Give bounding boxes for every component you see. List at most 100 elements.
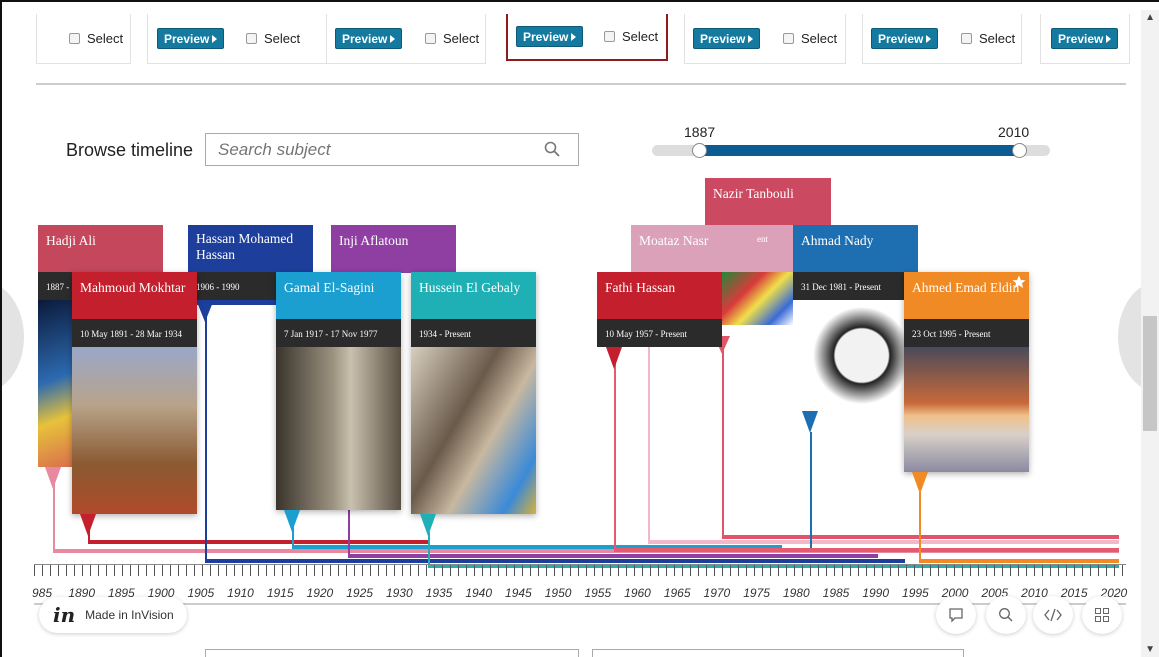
star-icon[interactable]: [1012, 275, 1026, 289]
preview-cell: Preview Select: [862, 14, 1022, 64]
play-icon: [212, 34, 218, 43]
axis-tick-label: 1905: [187, 586, 215, 600]
comment-icon: [949, 608, 963, 623]
timeline-bar: [88, 540, 428, 544]
card-date: 10 May 1957 - Present: [597, 319, 722, 347]
timeline-connector: [919, 492, 921, 562]
timeline-connector: [428, 532, 430, 567]
checkbox[interactable]: [246, 33, 257, 44]
checkbox[interactable]: [961, 33, 972, 44]
card-title: Ahmad Nady: [801, 233, 874, 248]
comment-button[interactable]: [936, 596, 976, 634]
invision-badge[interactable]: in Made in InVision: [39, 597, 187, 633]
preview-button[interactable]: Preview: [516, 26, 584, 47]
vertical-scrollbar[interactable]: ▲ ▼: [1141, 10, 1159, 657]
search-input[interactable]: [206, 134, 526, 165]
card-date: 10 May 1891 - 28 Mar 1934: [72, 319, 197, 347]
checkbox[interactable]: [425, 33, 436, 44]
timeline-connector: [810, 432, 812, 548]
search-tool-button[interactable]: [986, 596, 1026, 634]
checkbox[interactable]: [69, 33, 80, 44]
timeline-bar: [205, 559, 905, 563]
preview-strip: Select Preview Select Preview Select Pre…: [36, 10, 1130, 85]
code-icon: [1044, 608, 1062, 622]
timeline-prev-arrow[interactable]: [2, 282, 24, 392]
select-checkbox[interactable]: Select: [246, 31, 300, 46]
code-button[interactable]: [1033, 596, 1073, 634]
card-date: 1934 - Present: [411, 319, 536, 347]
preview-button[interactable]: Preview: [157, 28, 225, 49]
timeline-connector: [722, 347, 724, 537]
preview-label: Preview: [700, 31, 746, 46]
timeline-bar: [648, 540, 1119, 544]
axis-tick-label: 1980: [782, 586, 810, 600]
axis-tick-label: 1985: [822, 586, 850, 600]
scroll-up-icon[interactable]: ▲: [1145, 12, 1155, 23]
scroll-down-icon[interactable]: ▼: [1145, 644, 1155, 655]
select-label: Select: [264, 31, 301, 46]
timeline-pin: [912, 472, 928, 494]
scroll-thumb[interactable]: [1143, 316, 1157, 431]
select-checkbox[interactable]: Select: [604, 29, 658, 44]
grid-button[interactable]: [1082, 596, 1122, 634]
checkbox[interactable]: [604, 31, 615, 42]
play-icon: [390, 34, 396, 43]
card-title: Nazir Tanbouli: [713, 186, 794, 201]
preview-cell: Preview Select: [326, 14, 486, 64]
timeline-bar: [614, 548, 1119, 552]
card-date: 7 Jan 1917 - 17 Nov 1977: [276, 319, 401, 347]
preview-button[interactable]: Preview: [871, 28, 939, 49]
range-end-handle[interactable]: [1012, 143, 1027, 158]
bottom-field[interactable]: [592, 649, 964, 657]
axis-tick-label: 1925: [346, 586, 373, 600]
preview-label: Preview: [523, 29, 569, 44]
card-inji-aflatoun[interactable]: Inji Aflatoun: [331, 225, 456, 273]
timeline-pin: [80, 514, 96, 536]
select-label: Select: [801, 31, 838, 46]
invision-logo: in: [53, 603, 76, 627]
axis-tick-label: 1955: [584, 586, 612, 600]
card-ahmed-emad-eldin[interactable]: Ahmed Emad Eldin 23 Oct 1995 - Present: [904, 272, 1029, 472]
card-image: [72, 347, 197, 514]
card-mahmoud-mokhtar[interactable]: Mahmoud Mokhtar 10 May 1891 - 28 Mar 193…: [72, 272, 197, 514]
select-checkbox[interactable]: Select: [425, 31, 479, 46]
card-title: Hassan Mohamed Hassan: [196, 231, 294, 262]
axis-tick-label: 1910: [227, 586, 254, 600]
range-start-handle[interactable]: [692, 143, 707, 158]
preview-cell: Preview Select: [147, 14, 327, 64]
timeline-pin: [284, 510, 300, 532]
year-range-fill: [699, 145, 1020, 156]
play-icon: [1106, 34, 1112, 43]
select-label: Select: [443, 31, 480, 46]
select-checkbox[interactable]: Select: [961, 31, 1015, 46]
card-hussein-el-gebaly[interactable]: Hussein El Gebaly 1934 - Present: [411, 272, 536, 514]
search-icon: [999, 608, 1013, 622]
range-end-label: 2010: [998, 124, 1030, 140]
card-title: Gamal El-Sagini: [284, 280, 375, 295]
card-image: [276, 347, 401, 510]
preview-button[interactable]: Preview: [693, 28, 761, 49]
card-gamal-el-sagini[interactable]: Gamal El-Sagini 7 Jan 1917 - 17 Nov 1977: [276, 272, 401, 510]
timeline-connector: [614, 362, 616, 552]
bottom-field[interactable]: [205, 649, 579, 657]
card-image: [411, 347, 536, 514]
checkbox[interactable]: [783, 33, 794, 44]
preview-button[interactable]: Preview: [1051, 28, 1119, 49]
card-ahmad-nady[interactable]: Ahmad Nady 31 Dec 1981 - Present: [793, 225, 918, 411]
card-title: Mahmoud Mokhtar: [80, 280, 186, 295]
preview-button[interactable]: Preview: [335, 28, 403, 49]
search-box: [205, 133, 579, 166]
timeline-pin: [420, 514, 436, 536]
search-icon[interactable]: [544, 141, 560, 157]
axis-tick-label: 1930: [385, 586, 413, 600]
timeline-pin: [45, 467, 61, 489]
select-checkbox[interactable]: Select: [783, 31, 837, 46]
card-fathi-hassan[interactable]: Fathi Hassan 10 May 1957 - Present: [597, 272, 722, 347]
card-title: Ahmed Emad Eldin: [912, 280, 1020, 295]
axis-tick-label: 1950: [544, 586, 572, 600]
select-checkbox[interactable]: Select: [69, 31, 123, 46]
card-image: [904, 347, 1029, 472]
axis-tick-label: 1935: [425, 586, 453, 600]
select-label: Select: [622, 29, 659, 44]
card-date: 31 Dec 1981 - Present: [793, 272, 918, 300]
